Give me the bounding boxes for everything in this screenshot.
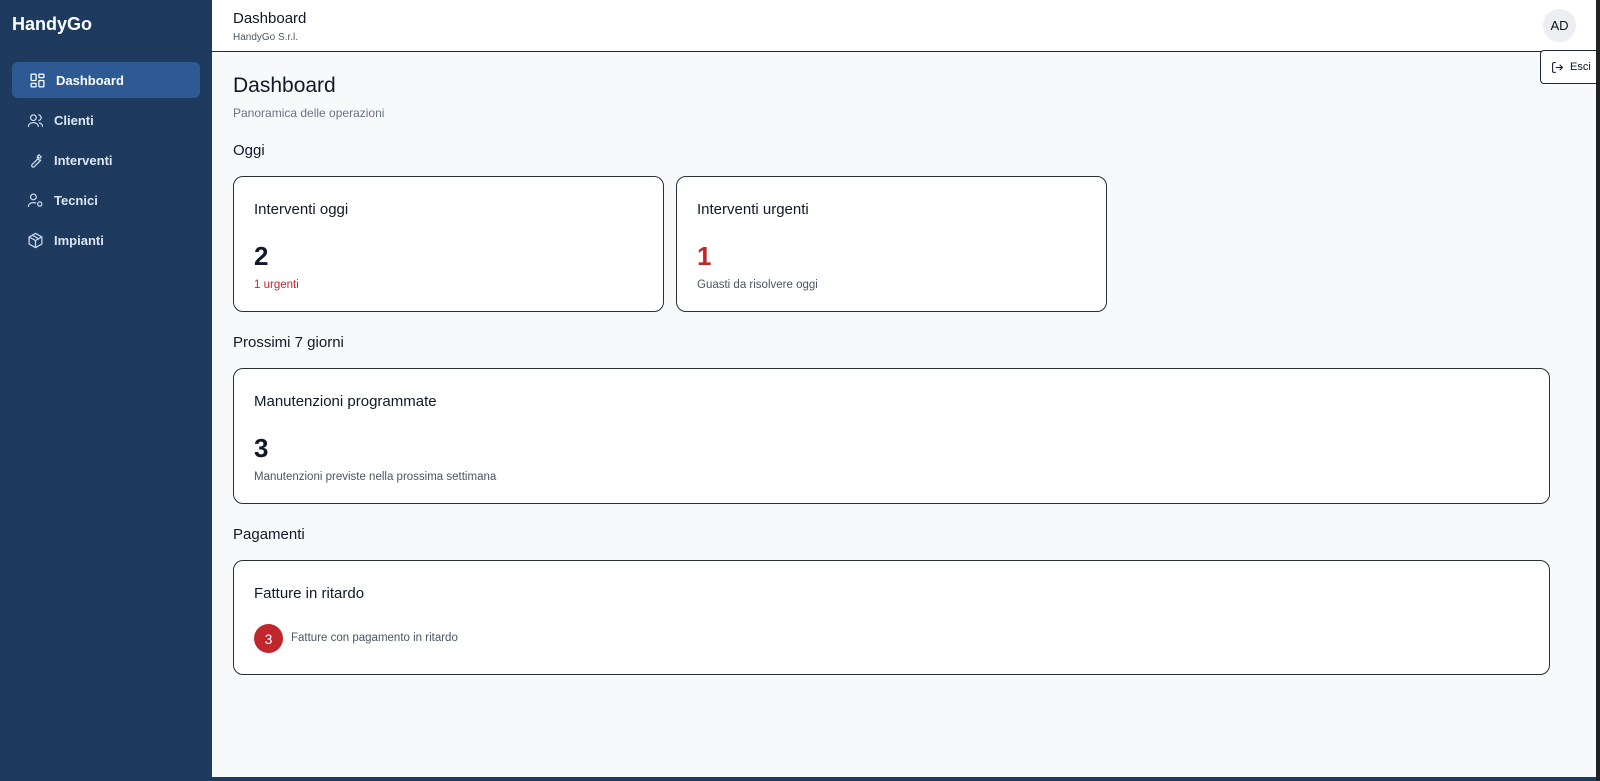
sidebar-item-label: Interventi <box>54 152 113 168</box>
card-value: 3 <box>254 433 269 463</box>
window-bottom-edge <box>0 777 1600 781</box>
top-header: Dashboard HandyGo S.r.l. AD <box>212 0 1596 52</box>
sidebar-item-tecnici[interactable]: Tecnici <box>12 182 200 218</box>
card-title: Interventi oggi <box>254 201 349 218</box>
logout-icon <box>1552 61 1564 73</box>
sidebar-item-impianti[interactable]: Impianti <box>12 222 200 258</box>
logout-label: Esci <box>1570 61 1591 73</box>
header-title: Dashboard <box>233 10 307 27</box>
card-interventi-urgenti[interactable]: Interventi urgenti 1 Guasti da risolvere… <box>676 176 1107 312</box>
main-content: Dashboard HandyGo S.r.l. AD Esci Dashboa… <box>212 0 1596 777</box>
page-subtitle: Panoramica delle operazioni <box>233 106 385 120</box>
card-fatture-ritardo[interactable]: Fatture in ritardo 3 Fatture con pagamen… <box>233 560 1550 675</box>
card-title: Interventi urgenti <box>697 201 809 218</box>
card-manutenzioni[interactable]: Manutenzioni programmate 3 Manutenzioni … <box>233 368 1550 504</box>
avatar[interactable]: AD <box>1543 9 1576 42</box>
card-title: Manutenzioni programmate <box>254 393 437 410</box>
brand-logo: HandyGo <box>12 14 93 34</box>
sidebar-item-interventi[interactable]: Interventi <box>12 142 200 178</box>
wrench-icon <box>26 151 44 169</box>
box-icon <box>26 231 44 249</box>
window-right-edge <box>1596 0 1600 781</box>
sidebar-item-label: Clienti <box>54 112 94 128</box>
dashboard-grid-icon <box>28 71 46 89</box>
logout-button[interactable]: Esci <box>1540 50 1596 84</box>
card-title: Fatture in ritardo <box>254 585 365 602</box>
card-note: 1 urgenti <box>254 279 299 291</box>
count-badge: 3 <box>254 624 283 653</box>
sidebar-nav: Dashboard Clienti Interventi Tecnici Imp… <box>12 62 200 262</box>
sidebar: HandyGo Dashboard Clienti Interventi Tec… <box>0 0 212 781</box>
page-title: Dashboard <box>233 74 336 97</box>
sidebar-item-label: Dashboard <box>56 72 124 88</box>
section-title-next7: Prossimi 7 giorni <box>233 334 344 351</box>
sidebar-item-label: Tecnici <box>54 192 98 208</box>
card-value: 2 <box>254 241 269 271</box>
user-settings-icon <box>26 191 44 209</box>
sidebar-item-clienti[interactable]: Clienti <box>12 102 200 138</box>
card-note: Guasti da risolvere oggi <box>697 279 818 291</box>
section-title-payments: Pagamenti <box>233 526 305 543</box>
sidebar-item-label: Impianti <box>54 232 104 248</box>
sidebar-item-dashboard[interactable]: Dashboard <box>12 62 200 98</box>
company-name: HandyGo S.r.l. <box>233 32 299 43</box>
users-icon <box>26 111 44 129</box>
card-interventi-oggi[interactable]: Interventi oggi 2 1 urgenti <box>233 176 664 312</box>
card-value: 1 <box>697 241 712 271</box>
section-title-today: Oggi <box>233 142 265 159</box>
app: HandyGo Dashboard Clienti Interventi Tec… <box>0 0 1600 781</box>
card-note: Fatture con pagamento in ritardo <box>291 632 458 644</box>
card-note: Manutenzioni previste nella prossima set… <box>254 471 497 483</box>
